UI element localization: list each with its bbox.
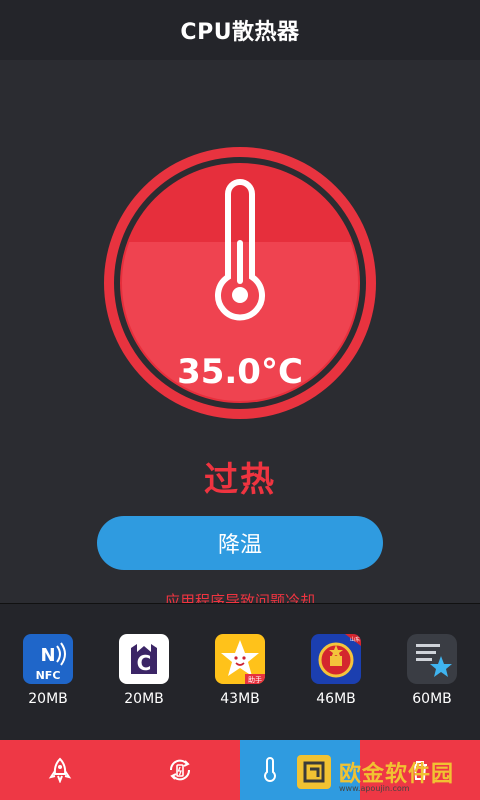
star-helper-app-icon: 助手 <box>215 634 265 684</box>
app-item-star-helper[interactable]: 助手 43MB <box>200 634 280 707</box>
app-size: 20MB <box>28 691 68 707</box>
watermark: 欧金软件园 www.apoujin.com <box>295 748 475 796</box>
watermark-logo-icon <box>297 755 331 789</box>
notes-star-app-icon <box>407 634 457 684</box>
app-item-emblem[interactable]: 山东 46MB <box>296 634 376 707</box>
temperature-gauge: 35.0°C <box>104 147 376 419</box>
main-panel: 35.0°C 过热 降温 应用程序导致问题冷却 <box>0 60 480 610</box>
svg-text:NFC: NFC <box>36 669 61 682</box>
svg-text:助手: 助手 <box>248 675 262 684</box>
thermometer-icon <box>264 757 276 782</box>
tab-battery-refresh[interactable] <box>120 740 240 800</box>
app-header: CPU散热器 <box>0 0 480 60</box>
svg-text:N: N <box>40 645 55 666</box>
svg-text:山东: 山东 <box>350 636 360 643</box>
svg-text:C: C <box>137 651 152 675</box>
watermark-url: www.apoujin.com <box>339 784 410 793</box>
battery-refresh-icon <box>169 759 191 781</box>
emblem-app-icon: 山东 <box>311 634 361 684</box>
cool-down-button[interactable]: 降温 <box>97 516 383 570</box>
nfc-app-icon: N NFC <box>23 634 73 684</box>
temperature-value: 35.0°C <box>177 352 303 392</box>
c-app-icon: C <box>119 634 169 684</box>
status-label: 过热 <box>204 460 276 500</box>
app-size: 20MB <box>124 691 164 707</box>
app-size: 46MB <box>316 691 356 707</box>
app-size: 43MB <box>220 691 260 707</box>
app-list: N NFC 20MB C 20MB 助手 43MB 山东 46MB 60MB <box>0 604 480 740</box>
app-item-notes-star[interactable]: 60MB <box>392 634 472 707</box>
rocket-icon <box>48 757 72 783</box>
app-item-nfc[interactable]: N NFC 20MB <box>8 634 88 707</box>
page-title: CPU散热器 <box>180 20 300 45</box>
tab-rocket[interactable] <box>0 740 120 800</box>
app-size: 60MB <box>412 691 452 707</box>
app-item-c[interactable]: C 20MB <box>104 634 184 707</box>
